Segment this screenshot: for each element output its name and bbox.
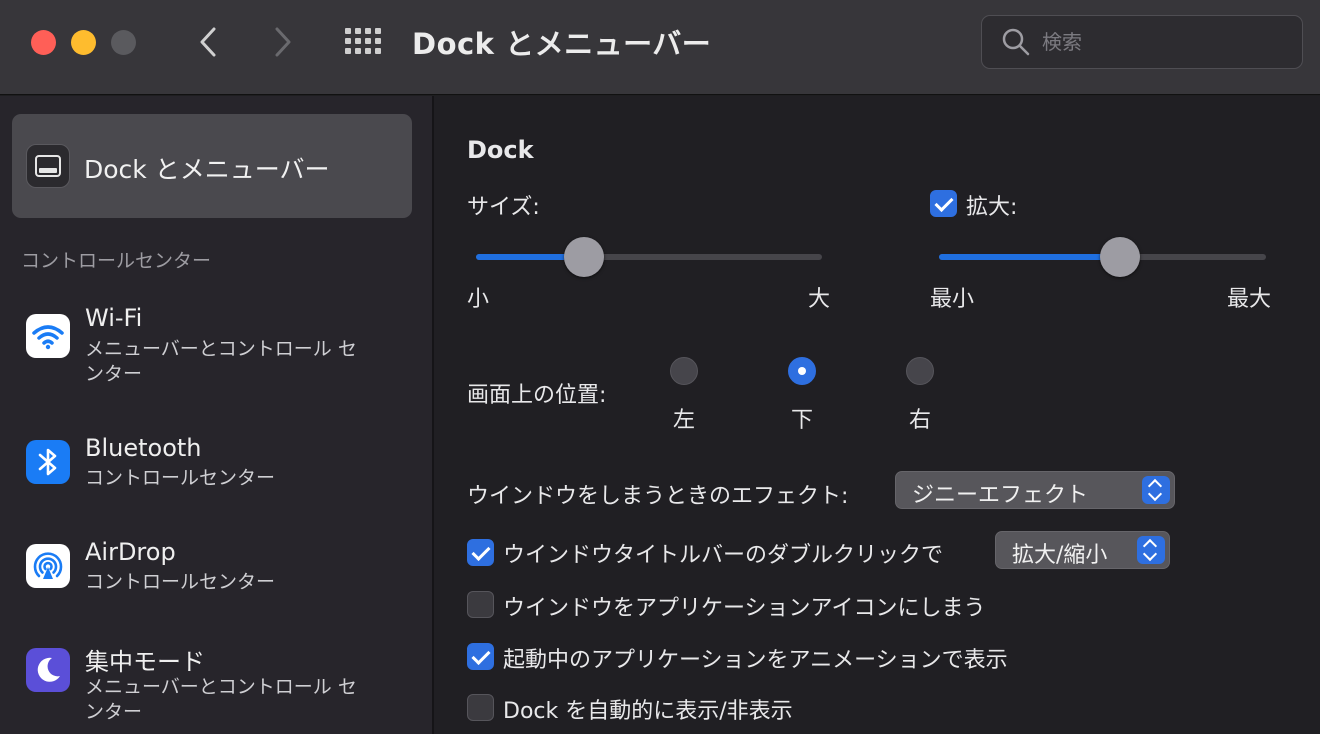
minimize-into-app-checkbox[interactable] bbox=[467, 591, 494, 618]
sidebar-item-wifi[interactable]: Wi-Fi メニューバーとコントロール センター bbox=[0, 301, 432, 401]
animate-opening-checkbox[interactable] bbox=[467, 643, 494, 670]
dock-icon bbox=[26, 144, 70, 188]
minimize-effect-value: ジニーエフェクト bbox=[912, 483, 1089, 508]
double-click-popup[interactable]: 拡大/縮小 bbox=[995, 531, 1170, 569]
sidebar-item-name: AirDrop bbox=[85, 538, 176, 566]
section-title: Dock bbox=[467, 136, 534, 164]
position-left-radio[interactable] bbox=[670, 357, 698, 385]
magnification-max-label: 最大 bbox=[1227, 287, 1272, 312]
sidebar-item-bluetooth[interactable]: Bluetooth コントロールセンター bbox=[0, 431, 432, 511]
magnification-slider-knob[interactable] bbox=[1100, 237, 1140, 277]
size-slider-knob[interactable] bbox=[564, 237, 604, 277]
sidebar-item-airdrop[interactable]: AirDrop コントロールセンター bbox=[0, 536, 432, 616]
autohide-checkbox[interactable] bbox=[467, 694, 494, 721]
search-input[interactable] bbox=[1042, 26, 1282, 58]
position-left-label: 左 bbox=[673, 408, 696, 433]
double-click-checkbox[interactable] bbox=[467, 539, 494, 566]
position-right-radio[interactable] bbox=[906, 357, 934, 385]
wifi-icon bbox=[26, 314, 70, 358]
chevron-right-icon bbox=[275, 27, 291, 57]
position-label: 画面上の位置: bbox=[467, 383, 607, 408]
minimize-into-app-label: ウインドウをアプリケーションアイコンにしまう bbox=[503, 596, 986, 621]
sidebar-item-subtitle: メニューバーとコントロール センター bbox=[85, 338, 357, 385]
sidebar-item-name: Bluetooth bbox=[85, 434, 202, 462]
search-icon bbox=[1002, 28, 1030, 56]
position-bottom-label: 下 bbox=[791, 408, 814, 433]
double-click-value: 拡大/縮小 bbox=[1012, 543, 1108, 568]
title-bar: Dock とメニューバー bbox=[0, 0, 1320, 95]
popup-stepper-icon bbox=[1142, 476, 1170, 504]
airdrop-icon bbox=[26, 544, 70, 588]
magnification-slider-fill bbox=[939, 254, 1120, 260]
bluetooth-icon bbox=[26, 440, 70, 484]
forward-button[interactable] bbox=[263, 22, 303, 62]
size-label: サイズ: bbox=[467, 195, 540, 220]
sidebar-item-subtitle: コントロールセンター bbox=[85, 467, 276, 489]
minimize-button[interactable] bbox=[71, 30, 96, 55]
autohide-label: Dock を自動的に表示/非表示 bbox=[503, 699, 793, 724]
animate-opening-label: 起動中のアプリケーションをアニメーションで表示 bbox=[503, 648, 1008, 673]
size-min-label: 小 bbox=[467, 287, 490, 312]
zoom-button[interactable] bbox=[111, 30, 136, 55]
window-title: Dock とメニューバー bbox=[412, 27, 712, 61]
magnification-label: 拡大: bbox=[966, 195, 1018, 220]
sidebar-item-name: 集中モード bbox=[85, 648, 205, 676]
sidebar-item-subtitle: メニューバーとコントロール センター bbox=[85, 676, 357, 723]
moon-icon bbox=[26, 648, 70, 692]
show-all-button[interactable] bbox=[343, 26, 383, 58]
sidebar-item-subtitle: コントロールセンター bbox=[85, 571, 276, 593]
back-button[interactable] bbox=[188, 22, 228, 62]
position-right-label: 右 bbox=[909, 408, 932, 433]
position-bottom-radio[interactable] bbox=[788, 357, 816, 385]
sidebar-section-header: コントロールセンター bbox=[21, 250, 212, 272]
sidebar-item-focus[interactable]: 集中モード メニューバーとコントロール センター bbox=[0, 639, 432, 734]
sidebar-item-label: Dock とメニューバー bbox=[84, 155, 330, 184]
minimize-effect-popup[interactable]: ジニーエフェクト bbox=[895, 471, 1175, 509]
magnification-min-label: 最小 bbox=[930, 287, 975, 312]
search-field[interactable] bbox=[981, 15, 1303, 69]
size-slider[interactable] bbox=[476, 254, 822, 260]
double-click-label: ウインドウタイトルバーのダブルクリックで bbox=[503, 543, 944, 568]
sidebar-item-name: Wi-Fi bbox=[85, 304, 143, 332]
sidebar: Dock とメニューバー コントロールセンター Wi-Fi メニューバーとコント… bbox=[0, 96, 432, 734]
popup-stepper-icon bbox=[1137, 536, 1165, 564]
close-button[interactable] bbox=[31, 30, 56, 55]
minimize-effect-label: ウインドウをしまうときのエフェクト: bbox=[467, 484, 849, 509]
sidebar-item-dock-and-menubar[interactable]: Dock とメニューバー bbox=[12, 114, 412, 218]
size-max-label: 大 bbox=[808, 287, 831, 312]
chevron-left-icon bbox=[200, 27, 216, 57]
magnification-checkbox[interactable] bbox=[930, 190, 957, 217]
settings-pane: Dock サイズ: 小 大 拡大: 最小 最大 画面上の位置: 左 下 右 ウイ… bbox=[434, 96, 1320, 734]
